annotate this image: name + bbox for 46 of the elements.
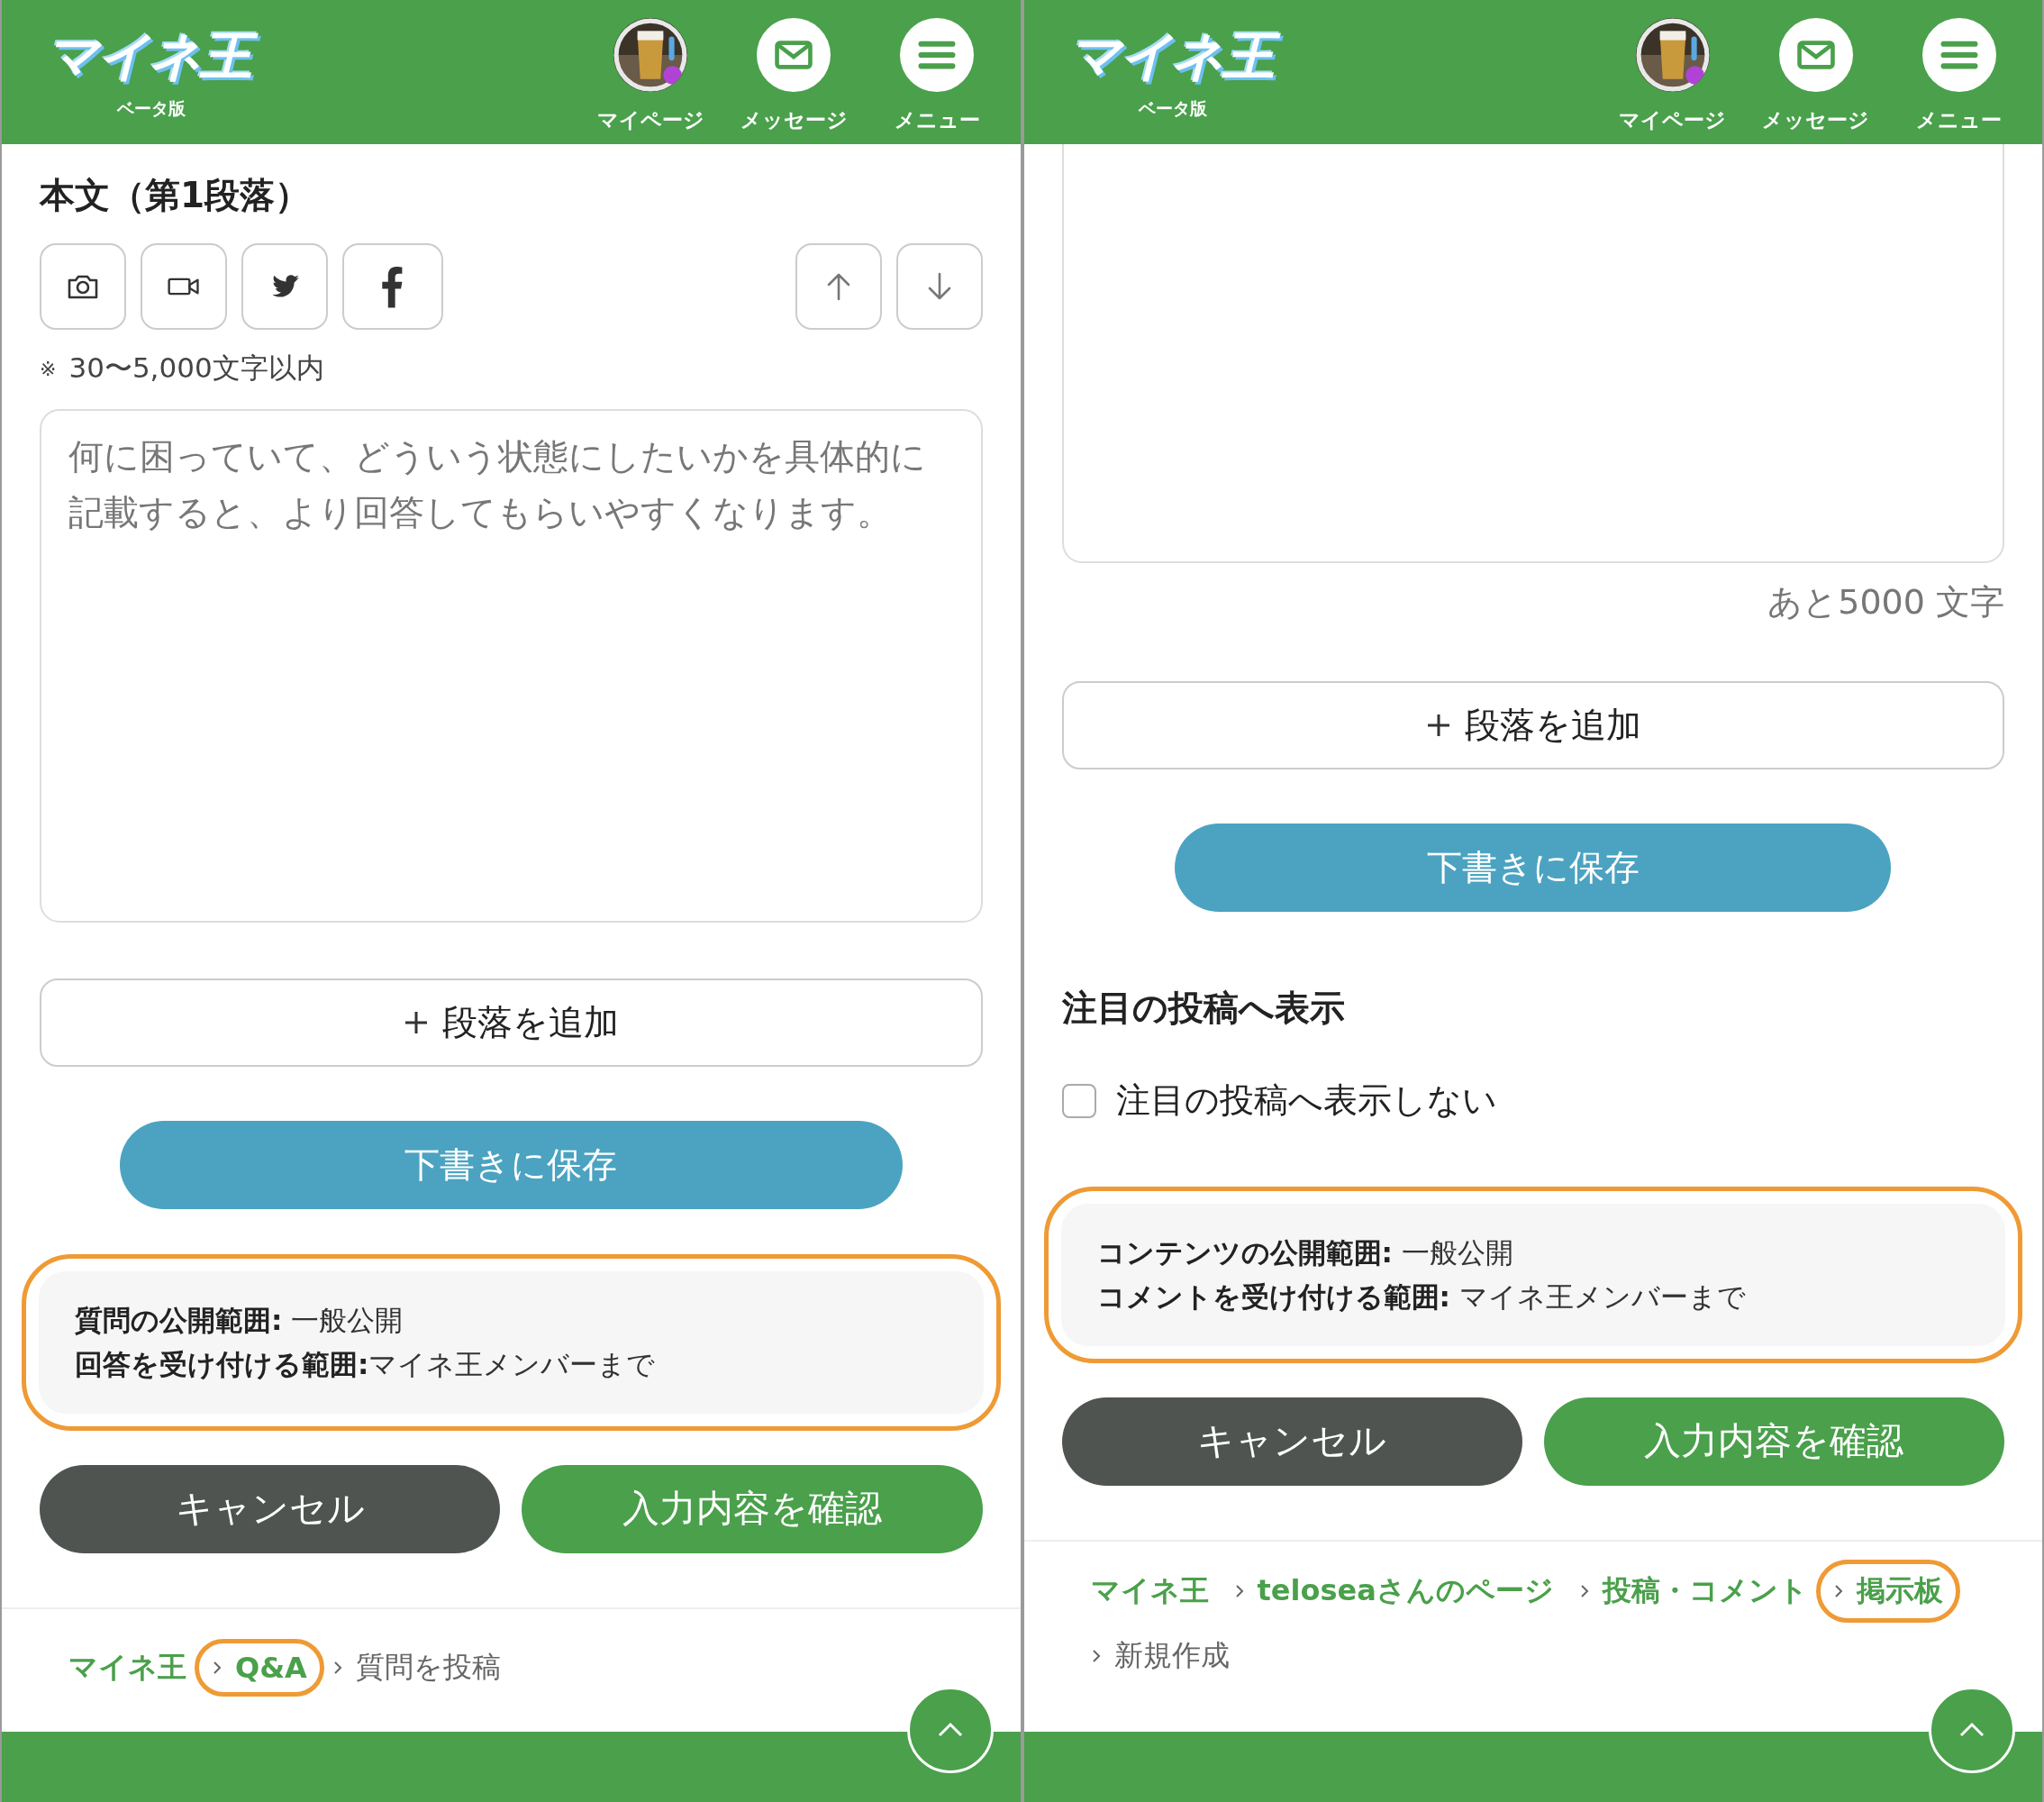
- confirm-button[interactable]: 入力内容を確認: [522, 1464, 983, 1553]
- save-draft-button[interactable]: 下書きに保存: [1175, 824, 1892, 912]
- breadcrumb-current: 新規作成: [1113, 1636, 1230, 1674]
- checkbox-label[interactable]: 注目の投稿へ表示しない: [1115, 1078, 1497, 1124]
- breadcrumb-link[interactable]: 掲示板: [1856, 1570, 1943, 1611]
- text-area[interactable]: 何に困っていて、どういう状態にしたいかを具体的に記載すると、より回答してもらいやすくなります。: [40, 409, 983, 923]
- section-heading: 注目の投稿へ表示: [1061, 987, 1346, 1030]
- add-paragraph-button[interactable]: 段落を追加: [1061, 681, 2004, 769]
- facebook-button[interactable]: [342, 243, 443, 330]
- info-line: コンテンツの公開範囲: 一般公開: [1096, 1235, 1514, 1270]
- breadcrumb-link[interactable]: 投稿・コメント: [1602, 1570, 1808, 1611]
- character-counter: あと5000 文字: [1767, 581, 2004, 623]
- nav-label[interactable]: メッセージ: [1762, 106, 1869, 134]
- breadcrumb-link[interactable]: Q&A: [235, 1650, 307, 1685]
- length-note: 30〜5,000文字以内: [68, 350, 324, 386]
- logo[interactable]: マイネ王: [42, 23, 259, 92]
- section-heading: 本文（第1段落）: [40, 174, 312, 217]
- cancel-button[interactable]: キャンセル: [1061, 1397, 1522, 1486]
- mail-icon[interactable]: [1778, 18, 1853, 92]
- confirm-button[interactable]: 入力内容を確認: [1543, 1397, 2004, 1486]
- breadcrumb-link[interactable]: マイネ王: [68, 1647, 186, 1688]
- menu-icon[interactable]: [900, 18, 974, 92]
- breadcrumb-link[interactable]: teloseaさんのページ: [1257, 1570, 1554, 1611]
- note-mark: ※: [40, 357, 57, 380]
- twitter-button[interactable]: [241, 243, 328, 330]
- breadcrumb-link[interactable]: マイネ王: [1090, 1570, 1209, 1611]
- info-line: 質問の公開範囲: 一般公開: [75, 1303, 404, 1338]
- save-draft-button[interactable]: 下書きに保存: [119, 1121, 903, 1209]
- nav-label[interactable]: メニュー: [894, 106, 980, 134]
- camera-button[interactable]: [40, 243, 126, 330]
- nav-label[interactable]: マイページ: [1619, 106, 1726, 134]
- menu-icon[interactable]: [1921, 18, 1996, 92]
- logo-subtitle: ベータ版: [116, 96, 186, 120]
- nav-label[interactable]: メニュー: [1916, 106, 2002, 134]
- info-line: コメントを受け付ける範囲: マイネ王メンバーまで: [1096, 1279, 1747, 1315]
- mail-icon[interactable]: [757, 18, 831, 92]
- add-paragraph-button[interactable]: 段落を追加: [40, 978, 983, 1067]
- cancel-button[interactable]: キャンセル: [40, 1464, 501, 1553]
- breadcrumb-current: 質問を投稿: [355, 1648, 501, 1686]
- nav-label[interactable]: メッセージ: [740, 106, 848, 134]
- checkbox[interactable]: [1061, 1083, 1096, 1118]
- logo[interactable]: マイネ王: [1064, 23, 1282, 92]
- video-button[interactable]: [141, 243, 227, 330]
- info-line: 回答を受け付ける範囲:マイネ王メンバーまで: [75, 1346, 657, 1382]
- logo-subtitle: ベータ版: [1139, 96, 1207, 120]
- nav-label[interactable]: マイページ: [596, 106, 704, 134]
